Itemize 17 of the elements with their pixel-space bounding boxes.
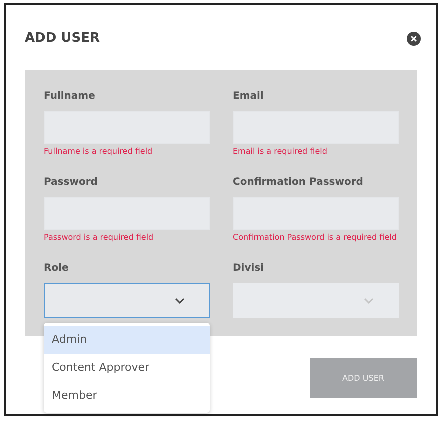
field-label: Role [44, 262, 70, 276]
field-label: Email [233, 90, 265, 104]
error-message: Fullname is a required field [44, 147, 154, 156]
field-label: Fullname [44, 90, 96, 104]
field-label: Password [44, 176, 99, 190]
chevron-down-icon [175, 298, 185, 304]
error-message: Confirmation Password is a required field [233, 233, 398, 242]
error-message: Password is a required field [44, 233, 155, 242]
dropdown-option[interactable]: Content Approver [44, 354, 210, 382]
error-message: Email is a required field [233, 147, 328, 156]
field-label: Divisi [233, 262, 266, 276]
dialog-title: ADD USER [25, 31, 100, 46]
close-icon[interactable] [407, 32, 421, 46]
chevron-down-icon [364, 298, 374, 304]
dropdown-option[interactable]: Member [44, 382, 210, 410]
field-label: Confirmation Password [233, 176, 364, 190]
dropdown-option[interactable]: Admin [44, 326, 210, 354]
